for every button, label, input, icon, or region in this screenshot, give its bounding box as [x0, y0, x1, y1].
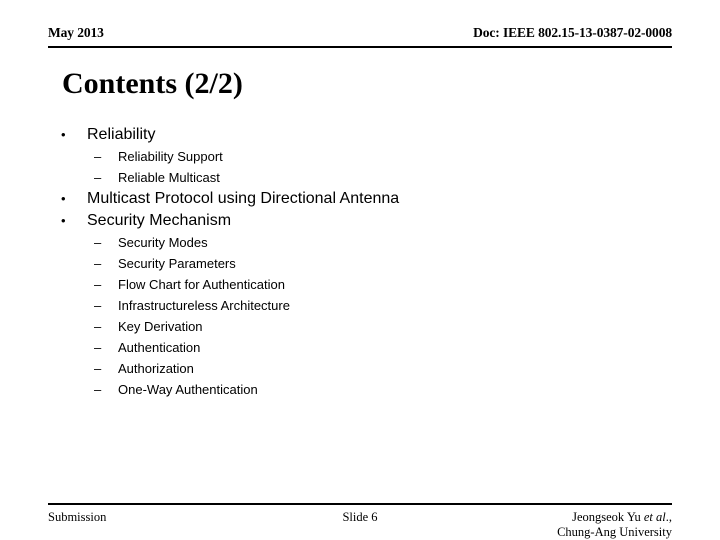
- header-document-number: Doc: IEEE 802.15-13-0387-02-0008: [473, 25, 672, 40]
- outline-item-label: Authorization: [118, 361, 194, 376]
- slide-canvas: May 2013 Doc: IEEE 802.15-13-0387-02-000…: [0, 0, 720, 540]
- page-title: Contents (2/2): [62, 67, 243, 100]
- slide-header: May 2013 Doc: IEEE 802.15-13-0387-02-000…: [48, 24, 672, 48]
- footer-author-block: Jeongseok Yu et al., Chung-Ang Universit…: [557, 510, 672, 540]
- outline-item-level2: – Infrastructureless Architecture: [0, 295, 720, 316]
- bullet-dot-icon: •: [61, 127, 66, 142]
- outline-item-label: Infrastructureless Architecture: [118, 298, 290, 313]
- bullet-dash-icon: –: [94, 256, 102, 271]
- bullet-dot-icon: •: [61, 191, 66, 206]
- outline-item-label: Security Parameters: [118, 256, 236, 271]
- outline-item-level2: – One-Way Authentication: [0, 379, 720, 400]
- outline-item-level2: – Reliability Support: [0, 146, 720, 167]
- outline-item-level2: – Flow Chart for Authentication: [0, 274, 720, 295]
- bullet-dot-icon: •: [61, 213, 66, 228]
- outline-item-level2: – Reliable Multicast: [0, 167, 720, 188]
- outline-item-label: Authentication: [118, 340, 201, 355]
- footer-author-prefix: Jeongseok Yu: [572, 510, 644, 524]
- header-divider-rule: [48, 46, 672, 48]
- outline-item-level2: – Security Modes: [0, 232, 720, 253]
- bullet-dash-icon: –: [94, 382, 102, 397]
- outline-item-label: One-Way Authentication: [118, 382, 258, 397]
- outline-item-level2: – Authentication: [0, 337, 720, 358]
- outline-item-label: Reliability: [87, 126, 156, 143]
- outline-item-label: Flow Chart for Authentication: [118, 277, 285, 292]
- outline-item-label: Multicast Protocol using Directional Ant…: [87, 190, 400, 207]
- outline-item-level2: – Authorization: [0, 358, 720, 379]
- footer-author-etal: et al: [643, 510, 666, 524]
- outline-item-level1: • Security Mechanism: [0, 210, 720, 232]
- bullet-dash-icon: –: [94, 319, 102, 334]
- bullet-dash-icon: –: [94, 277, 102, 292]
- contents-outline-list: • Reliability – Reliability Support – Reliabl…: [0, 124, 720, 400]
- outline-item-level2: – Key Derivation: [0, 316, 720, 337]
- footer-author-name: Jeongseok Yu et al.,: [557, 510, 672, 525]
- header-date: May 2013: [48, 25, 104, 40]
- outline-item-label: Reliability Support: [118, 149, 223, 164]
- outline-item-label: Reliable Multicast: [118, 170, 220, 185]
- outline-item-label: Key Derivation: [118, 319, 203, 334]
- outline-item-level2: – Security Parameters: [0, 253, 720, 274]
- bullet-dash-icon: –: [94, 235, 102, 250]
- outline-item-label: Security Modes: [118, 235, 208, 250]
- outline-item-level1: • Reliability: [0, 124, 720, 146]
- bullet-dash-icon: –: [94, 298, 102, 313]
- footer-divider-rule: [48, 503, 672, 505]
- outline-item-level1: • Multicast Protocol using Directional An…: [0, 188, 720, 210]
- footer-affiliation: Chung-Ang University: [557, 525, 672, 539]
- footer-author-suffix: .,: [665, 510, 672, 524]
- bullet-dash-icon: –: [94, 170, 102, 185]
- bullet-dash-icon: –: [94, 361, 102, 376]
- bullet-dash-icon: –: [94, 149, 102, 164]
- bullet-dash-icon: –: [94, 340, 102, 355]
- outline-item-label: Security Mechanism: [87, 212, 232, 229]
